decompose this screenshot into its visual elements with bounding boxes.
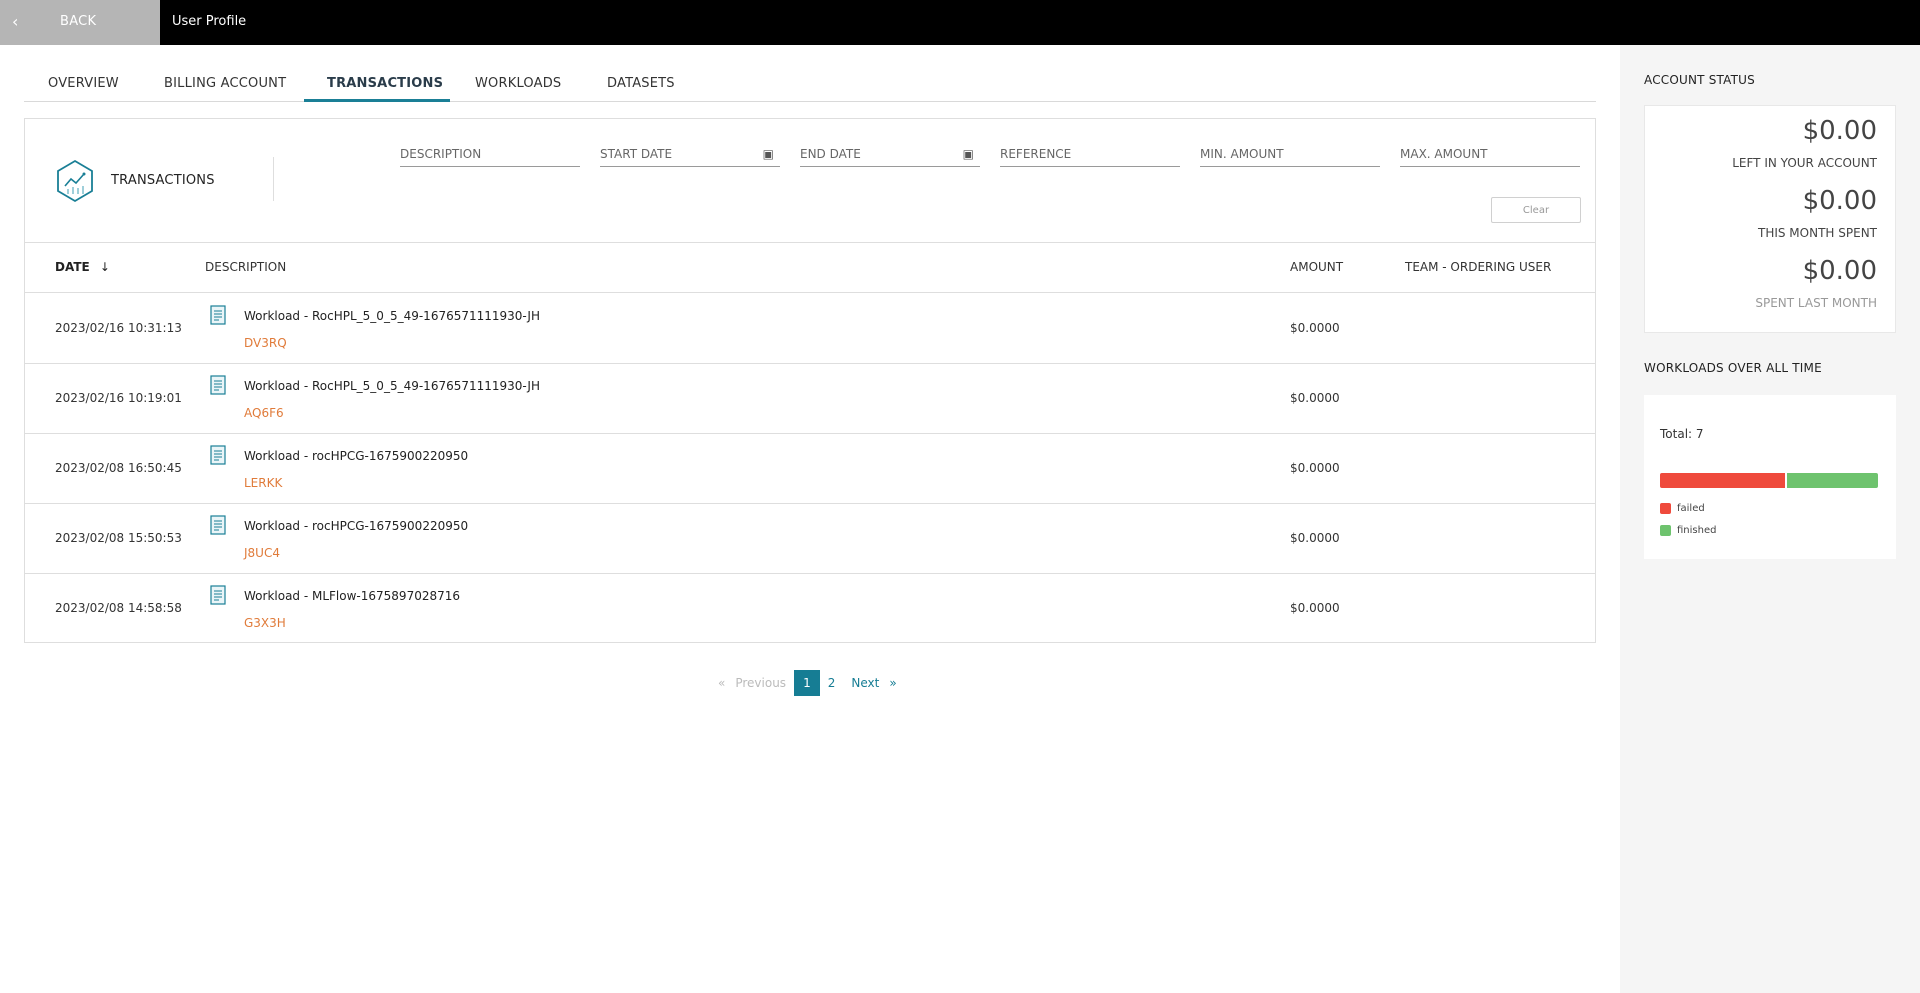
table-row[interactable]: 2023/02/16 10:19:01 Workload - RocHPL_5_0…	[25, 364, 1595, 434]
transactions-title: TRANSACTIONS	[111, 173, 215, 188]
transaction-amount: $0.0000	[1290, 461, 1340, 475]
document-icon	[210, 445, 226, 465]
this-month-spent-value: $0.00	[1802, 186, 1877, 216]
date-column-header[interactable]: DATE ↓	[55, 260, 110, 274]
tab-transactions[interactable]: TRANSACTIONS	[327, 76, 443, 91]
account-status-heading: ACCOUNT STATUS	[1644, 73, 1755, 87]
transaction-date: 2023/02/08 14:58:58	[55, 601, 182, 615]
reference-filter-input[interactable]: REFERENCE	[1000, 147, 1180, 167]
account-side-panel: ACCOUNT STATUS $0.00 LEFT IN YOUR ACCOUN…	[1620, 45, 1920, 993]
min-amount-filter-placeholder: MIN. AMOUNT	[1200, 147, 1284, 161]
max-amount-filter-placeholder: MAX. AMOUNT	[1400, 147, 1488, 161]
max-amount-filter-input[interactable]: MAX. AMOUNT	[1400, 147, 1580, 167]
start-date-filter-placeholder: START DATE	[600, 147, 673, 161]
calendar-icon[interactable]: ▣	[963, 147, 974, 161]
clear-filters-button[interactable]: Clear	[1491, 197, 1581, 223]
description-column-header: DESCRIPTION	[205, 260, 287, 274]
transaction-reference-link[interactable]: AQ6F6	[244, 406, 284, 420]
table-header: DATE ↓ DESCRIPTION AMOUNT TEAM - ORDERIN…	[25, 243, 1595, 293]
back-label: BACK	[60, 14, 97, 29]
back-button[interactable]: ‹ BACK	[0, 0, 160, 45]
spent-last-month-label: SPENT LAST MONTH	[1755, 296, 1877, 310]
transaction-description: Workload - rocHPCG-1675900220950	[244, 519, 469, 533]
amount-column-header: AMOUNT	[1290, 260, 1344, 274]
tab-overview[interactable]: OVERVIEW	[48, 76, 119, 91]
transaction-description: Workload - rocHPCG-1675900220950	[244, 449, 469, 463]
legend-failed: failed	[1660, 503, 1705, 514]
end-date-filter-placeholder: END DATE	[800, 147, 861, 161]
spent-last-month-value: $0.00	[1802, 256, 1877, 286]
tab-billing-account[interactable]: BILLING ACCOUNT	[164, 76, 286, 91]
chevron-left-icon: ‹	[12, 12, 19, 31]
calendar-icon[interactable]: ▣	[763, 147, 774, 161]
reference-filter-placeholder: REFERENCE	[1000, 147, 1072, 161]
finished-swatch	[1660, 525, 1671, 536]
page-title: User Profile	[172, 14, 247, 29]
account-status-card: $0.00 LEFT IN YOUR ACCOUNT $0.00 THIS MO…	[1644, 105, 1896, 333]
document-icon	[210, 585, 226, 605]
transaction-date: 2023/02/16 10:31:13	[55, 321, 182, 335]
failed-label: failed	[1677, 503, 1705, 514]
transaction-amount: $0.0000	[1290, 531, 1340, 545]
previous-page-button[interactable]: « Previous	[710, 670, 794, 696]
finished-label: finished	[1677, 525, 1717, 536]
profile-tabs: OVERVIEW BILLING ACCOUNT TRANSACTIONS WO…	[24, 70, 1596, 102]
workloads-card: Total: 7 failed finished	[1644, 395, 1896, 559]
transaction-reference-link[interactable]: LERKK	[244, 476, 282, 490]
start-date-filter-input[interactable]: START DATE ▣	[600, 147, 780, 167]
table-row[interactable]: 2023/02/08 16:50:45 Workload - rocHPCG-16…	[25, 434, 1595, 504]
transaction-reference-link[interactable]: G3X3H	[244, 616, 286, 630]
bar-segment-finished	[1784, 473, 1878, 488]
tab-workloads[interactable]: WORKLOADS	[475, 76, 561, 91]
transaction-reference-link[interactable]: DV3RQ	[244, 336, 287, 350]
table-row[interactable]: 2023/02/16 10:31:13 Workload - RocHPL_5_0…	[25, 294, 1595, 364]
this-month-spent-label: THIS MONTH SPENT	[1757, 226, 1877, 240]
legend-finished: finished	[1660, 525, 1716, 536]
transaction-amount: $0.0000	[1290, 321, 1340, 335]
transaction-description: Workload - MLFlow-1675897028716	[244, 589, 461, 603]
transaction-description: Workload - RocHPL_5_0_5_49-1676571111930…	[244, 309, 540, 323]
failed-swatch	[1660, 503, 1671, 514]
description-filter-input[interactable]: DESCRIPTION	[400, 147, 580, 167]
left-in-account-label: LEFT IN YOUR ACCOUNT	[1732, 156, 1877, 170]
transaction-amount: $0.0000	[1290, 601, 1340, 615]
document-icon	[210, 515, 226, 535]
tab-datasets[interactable]: DATASETS	[607, 76, 675, 91]
left-in-account-value: $0.00	[1802, 116, 1877, 146]
transaction-amount: $0.0000	[1290, 391, 1340, 405]
document-icon	[210, 375, 226, 395]
page-button-1[interactable]: 1	[794, 670, 820, 696]
next-page-button[interactable]: Next »	[843, 670, 904, 696]
team-column-header: TEAM - ORDERING USER	[1405, 260, 1552, 274]
next-arrow: »	[889, 676, 897, 690]
transactions-card: TRANSACTIONS DESCRIPTION START DATE ▣ EN…	[24, 118, 1596, 643]
table-row[interactable]: 2023/02/08 15:50:53 Workload - rocHPCG-16…	[25, 504, 1595, 574]
workloads-total: Total: 7	[1660, 427, 1704, 441]
transaction-reference-link[interactable]: J8UC4	[244, 546, 280, 560]
end-date-filter-input[interactable]: END DATE ▣	[800, 147, 980, 167]
transactions-header: TRANSACTIONS DESCRIPTION START DATE ▣ EN…	[25, 119, 1595, 243]
transaction-date: 2023/02/08 15:50:53	[55, 531, 182, 545]
transaction-date: 2023/02/16 10:19:01	[55, 391, 182, 405]
previous-label: Previous	[735, 676, 787, 690]
header-divider	[273, 157, 274, 201]
next-label: Next	[851, 676, 880, 690]
pagination: « Previous 1 2 Next »	[710, 670, 905, 696]
workloads-status-bar	[1660, 473, 1878, 488]
top-bar: ‹ BACK User Profile	[0, 0, 1920, 45]
sort-arrow-down-icon: ↓	[99, 260, 110, 274]
min-amount-filter-input[interactable]: MIN. AMOUNT	[1200, 147, 1380, 167]
transaction-date: 2023/02/08 16:50:45	[55, 461, 182, 475]
table-row[interactable]: 2023/02/08 14:58:58 Workload - MLFlow-167…	[25, 574, 1595, 644]
bar-segment-failed	[1660, 473, 1785, 488]
workloads-heading: WORKLOADS OVER ALL TIME	[1644, 361, 1822, 375]
transactions-chart-icon	[57, 159, 93, 203]
description-filter-placeholder: DESCRIPTION	[400, 147, 482, 161]
transaction-description: Workload - RocHPL_5_0_5_49-1676571111930…	[244, 379, 540, 393]
active-tab-indicator	[304, 99, 450, 102]
page-button-2[interactable]: 2	[820, 670, 844, 696]
document-icon	[210, 305, 226, 325]
previous-arrow: «	[718, 676, 726, 690]
